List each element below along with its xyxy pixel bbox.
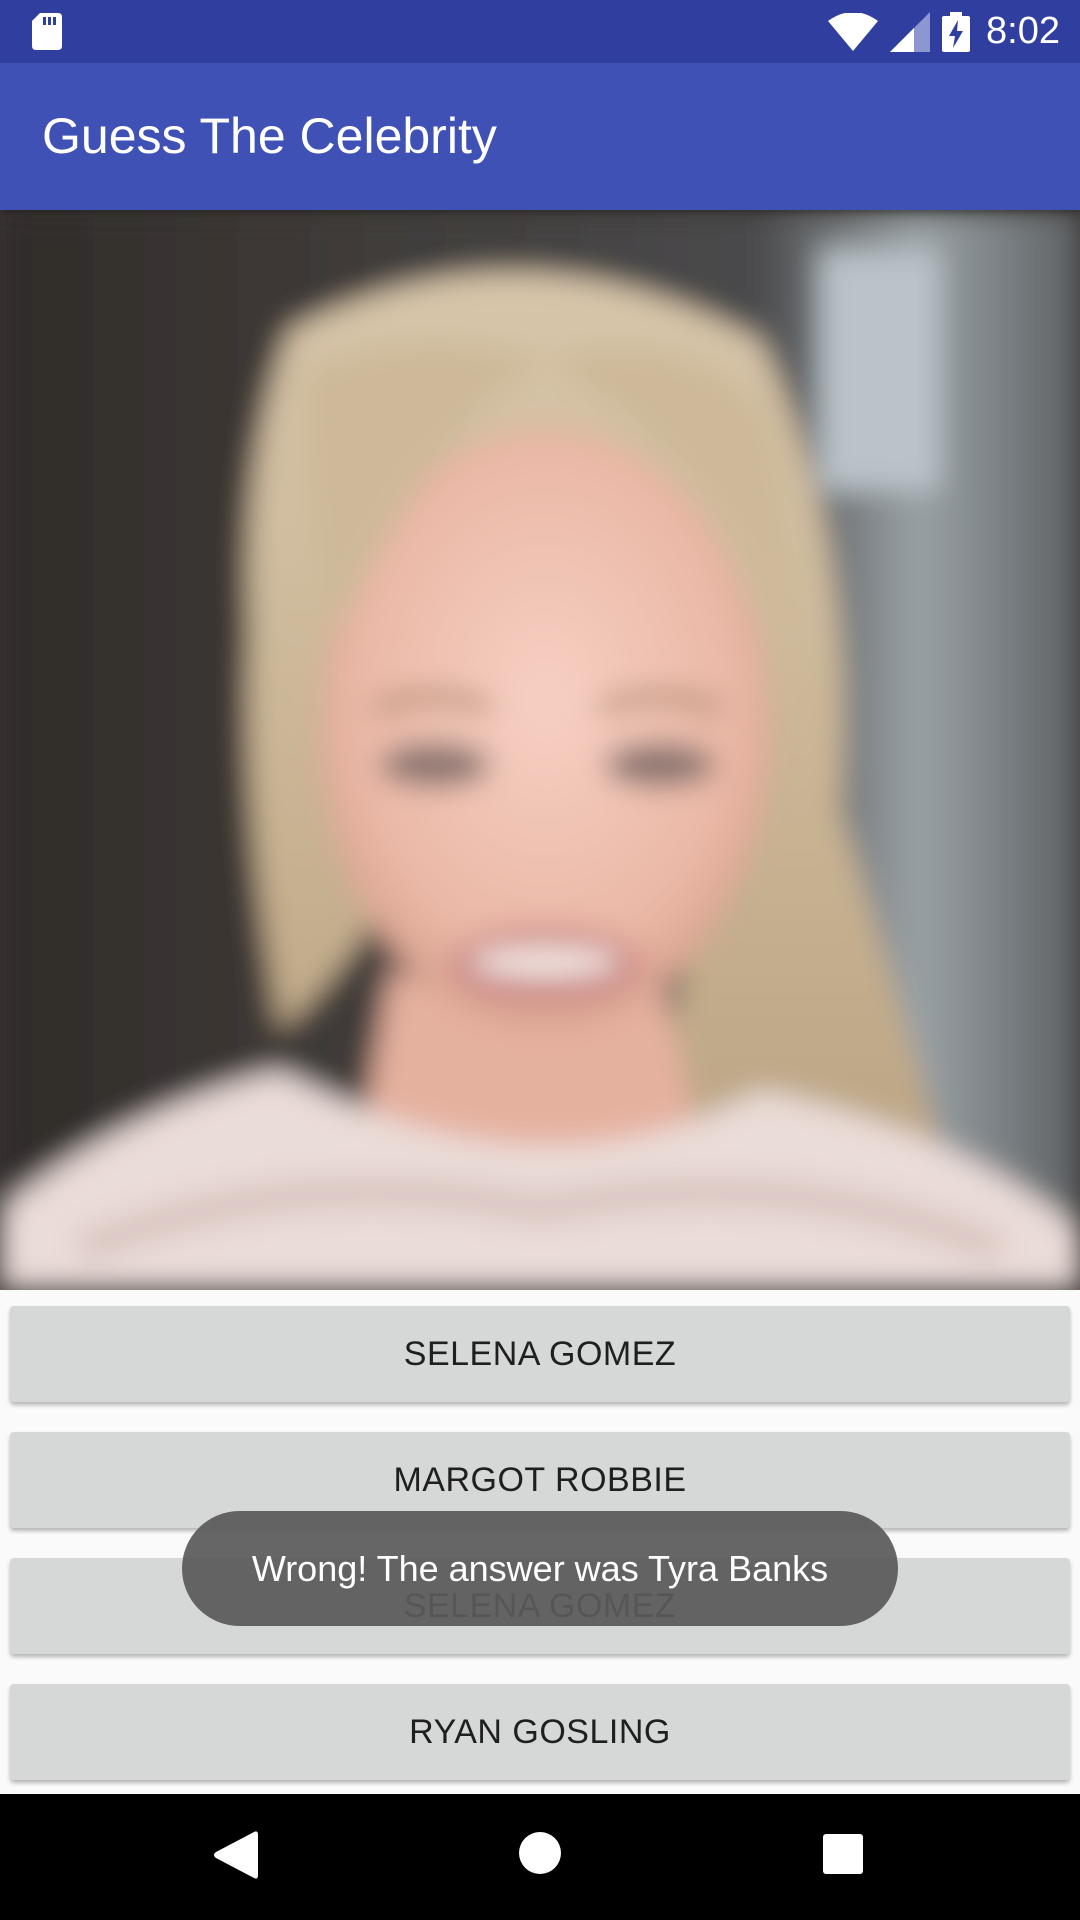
- app-title: Guess The Celebrity: [42, 108, 497, 164]
- app-bar: Guess The Celebrity: [0, 63, 1080, 210]
- screen: 8:02 Guess The Celebrity SELENA GOMEZ MA…: [0, 0, 1080, 1920]
- battery-charging-icon: [942, 11, 971, 52]
- toast-message: Wrong! The answer was Tyra Banks: [182, 1511, 898, 1626]
- wifi-icon: [828, 12, 879, 51]
- home-icon[interactable]: [518, 1831, 562, 1875]
- navigation-bar: [0, 1794, 1080, 1920]
- status-bar: 8:02: [0, 0, 1080, 63]
- answer-button-4[interactable]: RYAN GOSLING: [10, 1684, 1070, 1780]
- status-clock: 8:02: [986, 10, 1060, 52]
- back-icon[interactable]: [212, 1830, 258, 1880]
- status-icons: 8:02: [828, 0, 1060, 63]
- answer-button-1[interactable]: SELENA GOMEZ: [10, 1306, 1070, 1402]
- sd-card-icon: [32, 13, 62, 50]
- celebrity-photo: [0, 210, 1080, 1290]
- signal-icon: [890, 11, 931, 52]
- recents-icon[interactable]: [823, 1834, 863, 1874]
